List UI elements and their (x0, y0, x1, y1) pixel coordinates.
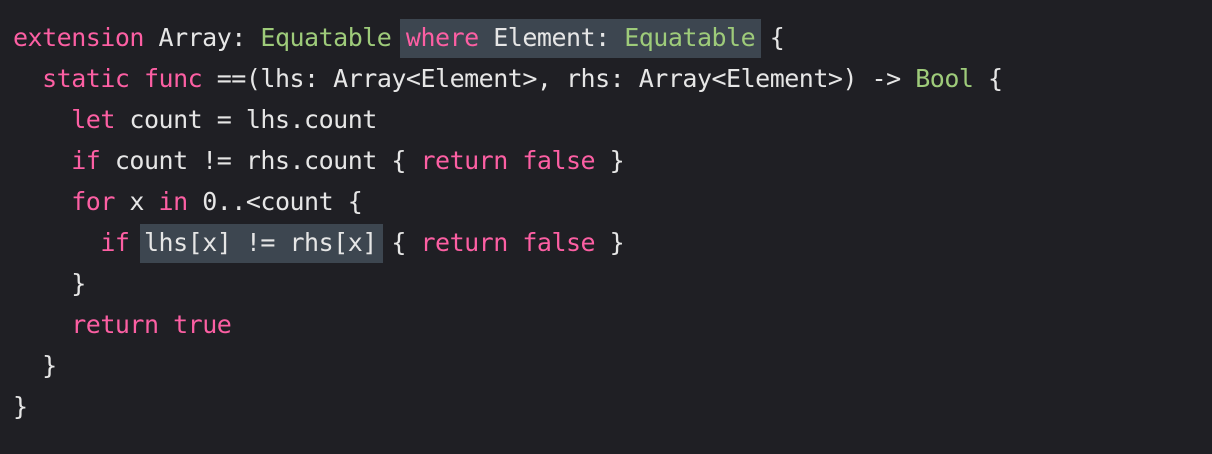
count-condition: count != rhs.count { (100, 146, 421, 175)
code-editor: extension Array: Equatable where Element… (0, 0, 1212, 454)
code-line-2: static func ==(lhs: Array<Element>, rhs:… (13, 58, 1003, 99)
code-line-7: } (13, 263, 1003, 304)
close-brace: } (71, 269, 86, 298)
open-brace: { (973, 64, 1003, 93)
code-line-3: let count = lhs.count (13, 99, 1003, 140)
highlighted-where-clause: where Element: Equatable (399, 19, 762, 58)
close-brace: } (13, 392, 28, 421)
keyword-extension: extension (13, 23, 144, 52)
keyword-return: return (420, 228, 508, 257)
close-brace: } (595, 228, 625, 257)
code-line-6: if lhs[x] != rhs[x] { return false } (13, 222, 1003, 263)
keyword-for: for (71, 187, 115, 216)
keyword-func: func (143, 64, 203, 93)
keyword-return: return (71, 310, 159, 339)
keyword-static: static (42, 64, 130, 93)
code-line-4: if count != rhs.count { return false } (13, 140, 1003, 181)
type-bool: Bool (915, 64, 974, 93)
code-line-1: extension Array: Equatable where Element… (13, 17, 1003, 58)
protocol-equatable: Equatable (260, 23, 392, 52)
code-block: extension Array: Equatable where Element… (13, 17, 1003, 427)
keyword-if: if (100, 228, 130, 257)
keyword-true: true (173, 310, 232, 339)
loop-range: 0..<count { (187, 187, 363, 216)
function-signature: ==(lhs: Array<Element>, rhs: Array<Eleme… (202, 64, 916, 93)
keyword-return: return (420, 146, 508, 175)
count-assignment: count = lhs.count (114, 105, 377, 134)
highlighted-element-comparison: lhs[x] != rhs[x] (139, 224, 383, 263)
generic-element: Element: (478, 23, 625, 52)
keyword-in: in (158, 187, 189, 216)
type-name-array: Array: (143, 23, 261, 52)
keyword-let: let (71, 105, 115, 134)
open-brace: { (755, 23, 785, 52)
close-brace: } (595, 146, 625, 175)
close-brace: } (42, 351, 57, 380)
code-line-8: return true (13, 304, 1003, 345)
code-line-5: for x in 0..<count { (13, 181, 1003, 222)
loop-variable: x (114, 187, 159, 216)
keyword-if: if (71, 146, 101, 175)
code-line-10: } (13, 386, 1003, 427)
protocol-equatable-constraint: Equatable (624, 23, 756, 52)
open-brace: { (376, 228, 421, 257)
keyword-false: false (522, 228, 596, 257)
keyword-where: where (405, 23, 479, 52)
keyword-false: false (522, 146, 596, 175)
code-line-9: } (13, 345, 1003, 386)
